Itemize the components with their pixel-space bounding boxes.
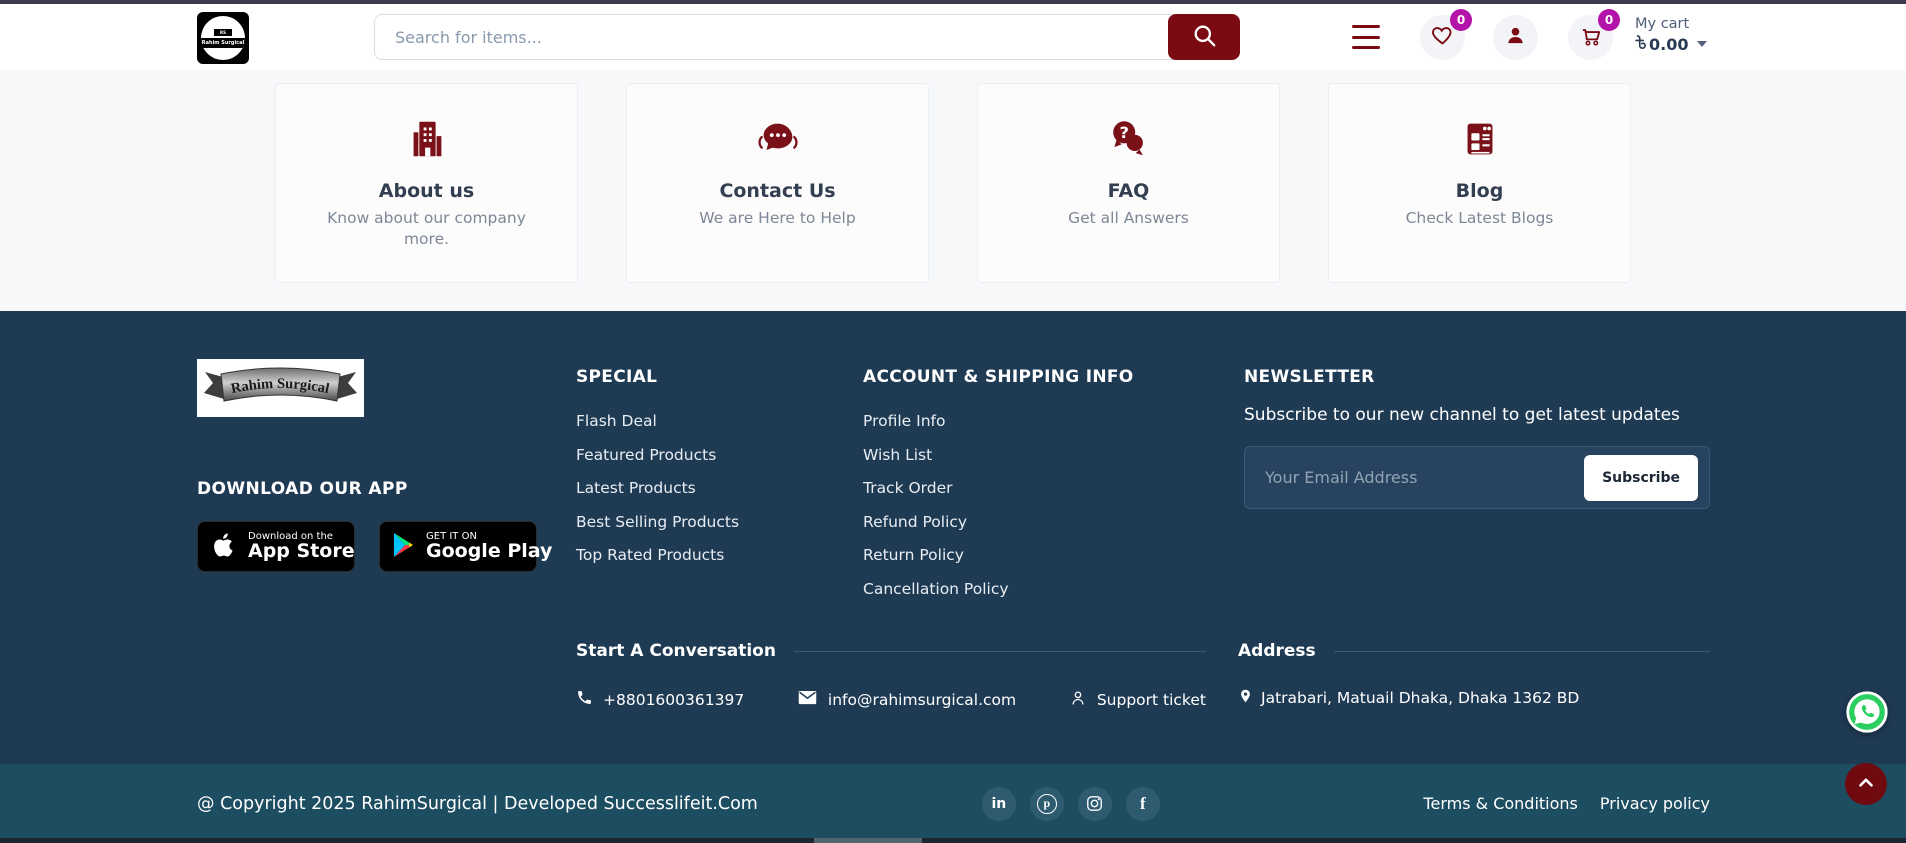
- copyright-text: @ Copyright 2025 RahimSurgical | Develop…: [197, 794, 758, 814]
- wishlist-button[interactable]: 0: [1420, 15, 1465, 60]
- logo-text: Rahim Surgical: [201, 38, 245, 48]
- envelope-icon: [797, 687, 818, 712]
- newsletter-form: Subscribe: [1244, 446, 1710, 509]
- download-app-heading: DOWNLOAD OUR APP: [197, 479, 537, 499]
- search-icon: [1191, 22, 1218, 52]
- site-logo-emblem: RS Rahim Surgical: [201, 16, 245, 60]
- footer-logo[interactable]: Rahim Surgical: [197, 359, 364, 417]
- footer-link-return-policy[interactable]: Return Policy: [863, 545, 1244, 565]
- social-links: in p f: [982, 787, 1160, 821]
- apple-icon: [210, 530, 238, 564]
- wishlist-count-badge: 0: [1450, 9, 1472, 31]
- footer: Rahim Surgical DOWNLOAD OUR APP Download…: [0, 311, 1906, 764]
- card-title: Blog: [1329, 180, 1630, 202]
- footer-link-latest-products[interactable]: Latest Products: [576, 478, 856, 498]
- newsletter-heading: NEWSLETTER: [1244, 367, 1710, 387]
- horizontal-scrollbar: [0, 838, 1906, 843]
- search-bar: [374, 14, 1240, 60]
- about-us-card[interactable]: About us Know about our company more.: [275, 83, 578, 283]
- address-text: Jatrabari, Matuail Dhaka, Dhaka 1362 BD: [1261, 689, 1579, 707]
- facebook-icon[interactable]: f: [1126, 787, 1160, 821]
- heart-icon: [1430, 23, 1455, 52]
- google-play-badge[interactable]: GET IT ON Google Play: [379, 521, 537, 572]
- chevron-down-icon: [1697, 41, 1707, 47]
- card-subtitle: Check Latest Blogs: [1329, 208, 1630, 229]
- divider: [1334, 651, 1710, 652]
- divider: [794, 651, 1206, 652]
- footer-link-refund-policy[interactable]: Refund Policy: [863, 512, 1244, 532]
- footer-link-track-order[interactable]: Track Order: [863, 478, 1244, 498]
- footer-link-featured-products[interactable]: Featured Products: [576, 445, 856, 465]
- newsletter-subtitle: Subscribe to our new channel to get late…: [1244, 405, 1710, 425]
- cart-total: 0.00: [1649, 35, 1688, 54]
- linkedin-glyph: in: [991, 796, 1006, 812]
- card-title: FAQ: [978, 180, 1279, 202]
- user-icon: [1504, 24, 1527, 51]
- card-subtitle: Know about our company more.: [276, 208, 577, 250]
- account-heading: ACCOUNT & SHIPPING INFO: [863, 367, 1244, 387]
- copyright-bar: @ Copyright 2025 RahimSurgical | Develop…: [0, 764, 1906, 843]
- terms-conditions-link[interactable]: Terms & Conditions: [1423, 794, 1577, 813]
- chat-support-icon: [755, 147, 801, 166]
- phone-contact[interactable]: +8801600361397: [576, 687, 744, 712]
- logo-top-band: RS: [214, 29, 232, 36]
- scroll-to-top-button[interactable]: [1845, 763, 1887, 805]
- cart-button[interactable]: 0: [1568, 15, 1613, 60]
- whatsapp-float-button[interactable]: [1846, 691, 1888, 733]
- phone-icon: [576, 689, 593, 710]
- app-store-name: App Store: [248, 542, 355, 562]
- google-play-icon: [392, 532, 416, 562]
- footer-link-flash-deal[interactable]: Flash Deal: [576, 411, 856, 431]
- my-cart-label: My cart: [1635, 16, 1707, 32]
- google-play-name: Google Play: [426, 542, 552, 562]
- account-button[interactable]: [1493, 15, 1538, 60]
- footer-link-profile-info[interactable]: Profile Info: [863, 411, 1244, 431]
- phone-number: +8801600361397: [603, 691, 744, 709]
- pinterest-icon[interactable]: p: [1030, 787, 1064, 821]
- conversation-heading: Start A Conversation: [576, 641, 776, 661]
- pinterest-glyph: p: [1037, 794, 1057, 814]
- site-logo[interactable]: RS Rahim Surgical: [197, 12, 249, 64]
- faq-question-icon: ?: [1106, 147, 1152, 166]
- footer-link-top-rated-products[interactable]: Top Rated Products: [576, 545, 856, 565]
- support-ticket-link[interactable]: Support ticket: [1069, 687, 1206, 712]
- menu-hamburger-icon[interactable]: [1352, 25, 1380, 49]
- chevron-up-icon: [1855, 772, 1877, 797]
- footer-link-best-selling-products[interactable]: Best Selling Products: [576, 512, 856, 532]
- svg-text:?: ?: [1119, 123, 1128, 142]
- search-button[interactable]: [1168, 14, 1240, 60]
- cart-count-badge: 0: [1598, 9, 1620, 31]
- linkedin-icon[interactable]: in: [982, 787, 1016, 821]
- privacy-policy-link[interactable]: Privacy policy: [1600, 794, 1710, 813]
- card-subtitle: We are Here to Help: [627, 208, 928, 229]
- card-title: Contact Us: [627, 180, 928, 202]
- building-icon: [404, 147, 450, 166]
- card-subtitle: Get all Answers: [978, 208, 1279, 229]
- faq-card[interactable]: ? FAQ Get all Answers: [977, 83, 1280, 283]
- email-contact[interactable]: info@rahimsurgical.com: [797, 687, 1016, 712]
- footer-link-cancellation-policy[interactable]: Cancellation Policy: [863, 579, 1244, 599]
- support-ticket-label: Support ticket: [1097, 691, 1206, 709]
- contact-us-card[interactable]: Contact Us We are Here to Help: [626, 83, 929, 283]
- subscribe-button[interactable]: Subscribe: [1584, 455, 1698, 501]
- footer-link-wish-list[interactable]: Wish List: [863, 445, 1244, 465]
- my-cart-dropdown[interactable]: My cart 0.00: [1635, 16, 1707, 54]
- facebook-glyph: f: [1140, 794, 1146, 814]
- taka-currency-icon: [1635, 34, 1647, 54]
- blog-newspaper-icon: [1457, 147, 1503, 166]
- app-store-badge[interactable]: Download on the App Store: [197, 521, 355, 572]
- email-address: info@rahimsurgical.com: [828, 691, 1016, 709]
- address-item: Jatrabari, Matuail Dhaka, Dhaka 1362 BD: [1238, 687, 1710, 709]
- instagram-icon[interactable]: [1078, 787, 1112, 821]
- map-pin-icon: [1238, 687, 1253, 709]
- search-input[interactable]: [374, 14, 1174, 60]
- site-header: RS Rahim Surgical 0 0 My cart: [0, 4, 1906, 70]
- card-title: About us: [276, 180, 577, 202]
- address-heading: Address: [1238, 641, 1316, 661]
- info-cards-section: About us Know about our company more. Co…: [0, 70, 1906, 311]
- person-outline-icon: [1069, 689, 1087, 711]
- special-heading: SPECIAL: [576, 367, 856, 387]
- blog-card[interactable]: Blog Check Latest Blogs: [1328, 83, 1631, 283]
- horizontal-scrollbar-thumb[interactable]: [814, 838, 922, 843]
